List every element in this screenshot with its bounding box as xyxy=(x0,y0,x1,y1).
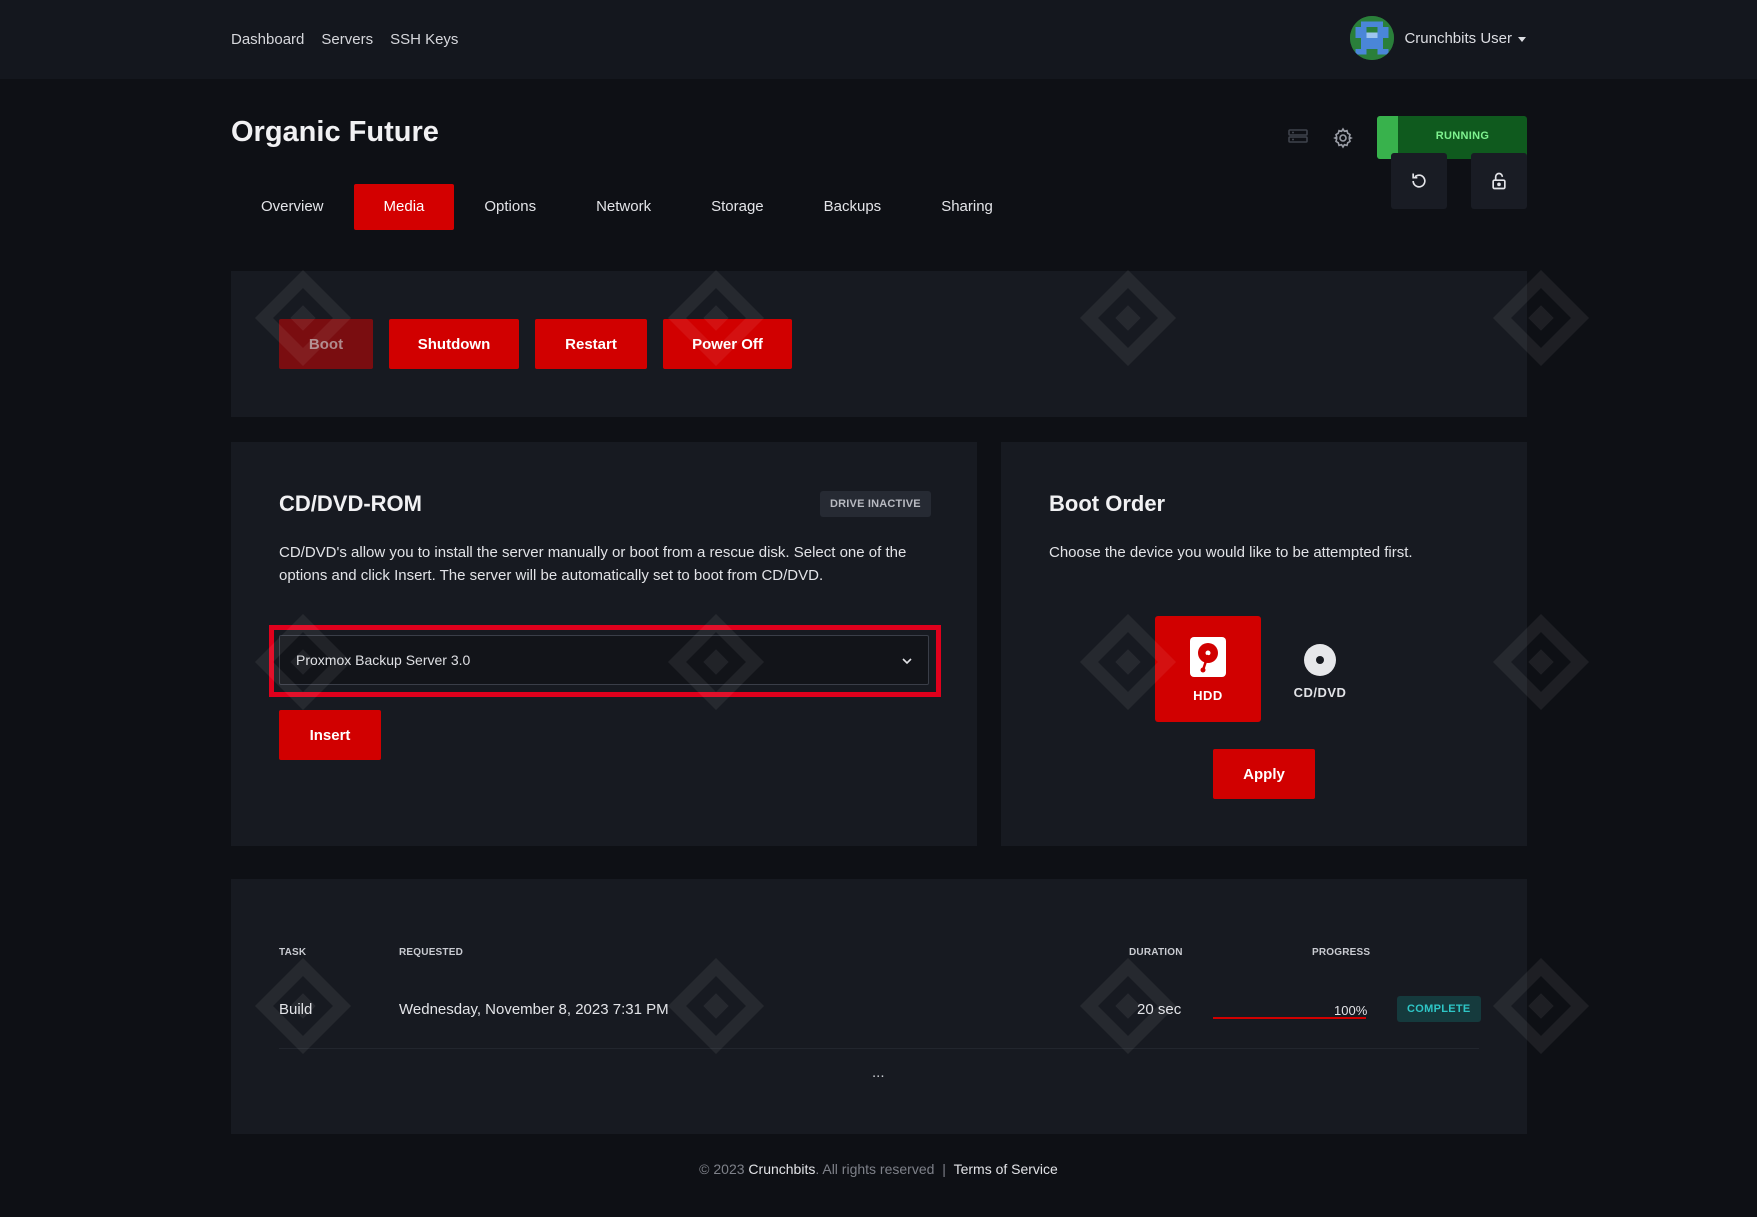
boot-order-title: Boot Order xyxy=(1049,491,1166,516)
tab-media[interactable]: Media xyxy=(353,184,455,230)
refresh-icon xyxy=(1412,173,1426,188)
lock-button[interactable] xyxy=(1471,153,1527,209)
col-header-duration: DURATION xyxy=(1129,947,1183,958)
iso-select[interactable]: Proxmox Backup Server 3.0 xyxy=(279,635,929,685)
footer-brand-link[interactable]: Crunchbits xyxy=(748,1161,815,1177)
terms-of-service-link[interactable]: Terms of Service xyxy=(954,1161,1058,1177)
tab-overview[interactable]: Overview xyxy=(231,184,354,230)
hard-drive-icon xyxy=(1190,637,1226,677)
shutdown-button[interactable]: Shutdown xyxy=(389,319,519,369)
tab-storage[interactable]: Storage xyxy=(681,184,794,230)
apply-boot-order-button[interactable]: Apply xyxy=(1213,749,1315,799)
disc-icon xyxy=(1304,644,1336,676)
row-divider xyxy=(279,1048,1479,1049)
boot-option-hdd[interactable]: HDD xyxy=(1155,616,1261,722)
footer-copyright: © 2023 xyxy=(699,1161,745,1177)
page-footer: © 2023 Crunchbits. All rights reserved |… xyxy=(0,1161,1757,1177)
boot-option-cddvd[interactable]: CD/DVD xyxy=(1267,616,1373,722)
identicon-avatar-icon xyxy=(1350,16,1395,60)
footer-separator: | xyxy=(942,1161,946,1177)
task-requested-cell: Wednesday, November 8, 2023 7:31 PM xyxy=(399,1001,669,1018)
main-nav: Dashboard Servers SSH Keys xyxy=(231,31,458,48)
nav-dashboard-link[interactable]: Dashboard xyxy=(231,31,304,48)
nav-ssh-keys-link[interactable]: SSH Keys xyxy=(390,31,458,48)
nav-servers-link[interactable]: Servers xyxy=(321,31,373,48)
power-off-button[interactable]: Power Off xyxy=(663,319,792,369)
tab-network[interactable]: Network xyxy=(566,184,681,230)
col-header-requested: REQUESTED xyxy=(399,947,464,958)
tab-backups[interactable]: Backups xyxy=(794,184,912,230)
page-title: Organic Future xyxy=(231,116,439,148)
task-progress-bar xyxy=(1213,1017,1366,1019)
user-name: Crunchbits User xyxy=(1404,29,1512,47)
user-avatar xyxy=(1350,16,1395,60)
top-navbar: Dashboard Servers SSH Keys Crunchbits Us… xyxy=(0,0,1757,79)
cdrom-title: CD/DVD-ROM xyxy=(279,491,422,516)
iso-select-value: Proxmox Backup Server 3.0 xyxy=(296,652,471,668)
col-header-progress: PROGRESS xyxy=(1312,947,1371,958)
reinstall-button[interactable] xyxy=(1391,153,1447,209)
boot-option-cddvd-label: CD/DVD xyxy=(1293,685,1347,700)
server-list-icon[interactable] xyxy=(1286,126,1310,150)
restart-button[interactable]: Restart xyxy=(535,319,647,369)
server-tabs: Overview Media Options Network Storage B… xyxy=(231,184,1023,230)
col-header-task: TASK xyxy=(279,947,307,958)
unlock-icon xyxy=(1492,172,1506,190)
drive-status-badge: DRIVE INACTIVE xyxy=(820,491,931,517)
caret-down-icon xyxy=(1518,36,1526,42)
tab-options[interactable]: Options xyxy=(454,184,566,230)
tab-sharing[interactable]: Sharing xyxy=(911,184,1023,230)
insert-button[interactable]: Insert xyxy=(279,710,381,760)
cdrom-description: CD/DVD's allow you to install the server… xyxy=(279,544,907,584)
server-status-label: RUNNING xyxy=(1435,130,1490,142)
task-name-cell: Build xyxy=(279,1001,313,1018)
boot-button[interactable]: Boot xyxy=(279,319,373,369)
user-menu-dropdown[interactable]: Crunchbits User xyxy=(1350,16,1526,60)
boot-order-description: Choose the device you would like to be a… xyxy=(1049,544,1413,561)
footer-rights: . All rights reserved xyxy=(815,1161,935,1177)
task-duration-cell: 20 sec xyxy=(1137,1001,1182,1018)
chevron-down-icon xyxy=(902,658,912,665)
task-status-badge: COMPLETE xyxy=(1397,996,1481,1022)
boot-option-hdd-label: HDD xyxy=(1193,688,1223,703)
settings-gear-icon[interactable] xyxy=(1331,126,1355,150)
task-progress-value: 100% xyxy=(1334,1003,1368,1018)
load-more-link[interactable]: ... xyxy=(872,1064,885,1081)
